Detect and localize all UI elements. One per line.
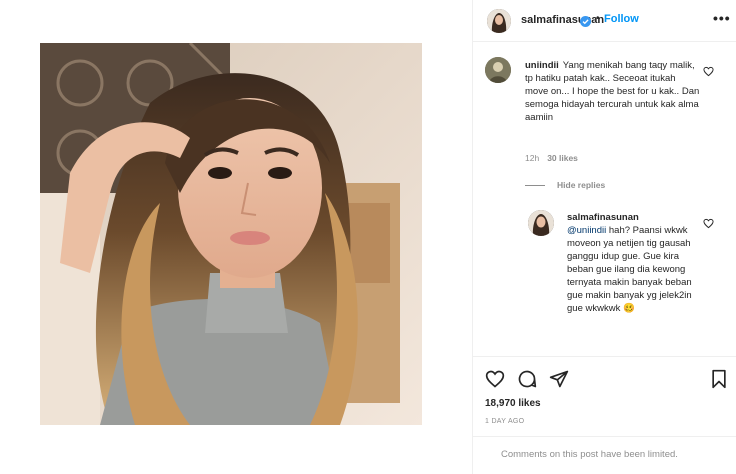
like-reply-heart-icon[interactable]	[703, 216, 714, 229]
post-actions: 18,970 likes 1 DAY AGO Comments on this …	[473, 356, 736, 474]
post-sidebar: salmafinasunan • Follow ••• uniindii Yan…	[472, 0, 736, 474]
post-timestamp: 1 DAY AGO	[485, 418, 525, 425]
post-photo[interactable]	[40, 43, 422, 425]
comment-meta: 12h 30 likes	[525, 153, 578, 163]
author-username[interactable]: salmafinasunan	[521, 14, 604, 26]
commenter-avatar[interactable]	[485, 57, 511, 83]
follow-button[interactable]: Follow	[604, 13, 639, 25]
verified-badge-icon	[580, 14, 591, 27]
heart-icon[interactable]	[485, 369, 505, 389]
reply-username[interactable]: salmafinasunan	[567, 212, 639, 223]
reply-text: salmafinasunan @uniindii hah? Paansi wkw…	[567, 211, 697, 315]
photo-panel	[0, 0, 472, 474]
comments-limited-notice: Comments on this post have been limited.	[473, 436, 736, 474]
comment-icon[interactable]	[517, 369, 537, 389]
author-avatar[interactable]	[487, 9, 511, 33]
post-header: salmafinasunan • Follow •••	[473, 0, 736, 42]
comment-likes[interactable]: 30 likes	[547, 153, 578, 163]
like-comment-heart-icon[interactable]	[703, 64, 714, 77]
separator-dot: •	[596, 13, 600, 24]
comment-age: 12h	[525, 153, 540, 163]
comment-username[interactable]: uniindii	[525, 60, 559, 71]
comment-text: uniindii Yang menikah bang taqy malik, tp…	[525, 59, 700, 124]
hide-replies-line	[525, 185, 545, 187]
instagram-post: salmafinasunan • Follow ••• uniindii Yan…	[0, 0, 736, 474]
more-options-icon[interactable]: •••	[713, 10, 731, 26]
reply-body: hah? Paansi wkwk moveon ya netijen tig g…	[567, 225, 692, 314]
bookmark-icon[interactable]	[709, 369, 729, 389]
share-icon[interactable]	[549, 369, 569, 389]
like-count[interactable]: 18,970 likes	[485, 398, 541, 409]
comments-list[interactable]: uniindii Yang menikah bang taqy malik, tp…	[473, 43, 736, 356]
reply-author-avatar[interactable]	[528, 210, 554, 236]
hide-replies-label: Hide replies	[557, 180, 606, 190]
reply-mention[interactable]: @uniindii	[567, 225, 606, 236]
hide-replies-button[interactable]: Hide replies	[525, 180, 605, 190]
